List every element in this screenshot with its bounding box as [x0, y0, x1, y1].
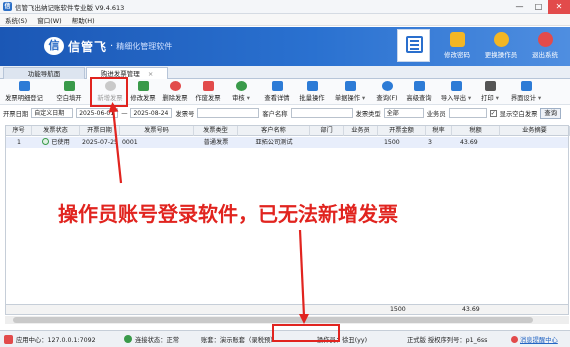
- arrow-head-up: [108, 102, 119, 113]
- arrow-head-down: [299, 314, 309, 324]
- annotation-arrows: [108, 102, 309, 324]
- arrow-to-add-invoice: [111, 107, 123, 184]
- annotation-text: 操作员账号登录软件，已无法新增发票: [58, 202, 398, 226]
- arrow-to-operator: [298, 229, 306, 317]
